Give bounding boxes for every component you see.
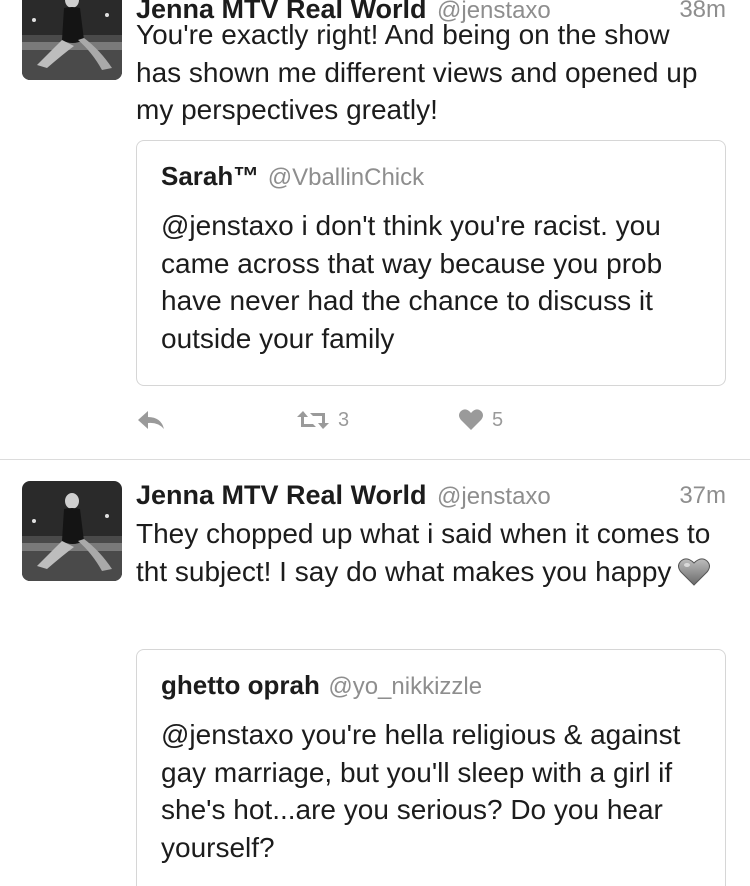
quoted-tweet[interactable]: Sarah™ @VballinChick @jenstaxo i don't t… (136, 140, 726, 386)
timestamp[interactable]: 37m (679, 482, 726, 510)
retweet-button[interactable]: 3 (296, 408, 349, 432)
quoted-tweet-text: @jenstaxo you're hella religious & again… (161, 719, 681, 863)
avatar[interactable] (22, 481, 122, 581)
quoted-tweet-header: Sarah™ @VballinChick (161, 161, 424, 192)
quoted-author-handle: @VballinChick (267, 164, 425, 191)
author-name[interactable]: Jenna MTV Real World (136, 480, 427, 510)
reply-icon (138, 411, 164, 429)
retweet-count: 3 (338, 408, 350, 431)
avatar[interactable] (22, 0, 122, 80)
tweet-text: You're exactly right! And being on the s… (136, 19, 698, 125)
tweet-card[interactable]: Jenna MTV Real World @jenstaxo 38m You'r… (0, 0, 750, 459)
quoted-tweet-header: ghetto oprah @yo_nikkizzle (161, 670, 482, 701)
quoted-tweet[interactable]: ghetto oprah @yo_nikkizzle @jenstaxo you… (136, 649, 726, 886)
tweet-card[interactable]: Jenna MTV Real World @jenstaxo 37m They … (0, 460, 750, 886)
quoted-tweet-text: @jenstaxo i don't think you're racist. y… (161, 210, 663, 354)
tweet-header: Jenna MTV Real World @jenstaxo 37m (136, 480, 726, 520)
tweet-feed: Jenna MTV Real World @jenstaxo 38m You'r… (0, 0, 750, 886)
tweet-text: They chopped up what i said when it come… (136, 515, 720, 590)
grey-heart-emoji (678, 557, 711, 586)
tweet-text-body: They chopped up what i said when it come… (136, 518, 711, 587)
heart-icon (459, 409, 483, 430)
retweet-icon (297, 411, 329, 429)
quoted-author-name: Sarah™ (161, 161, 260, 191)
quoted-author-handle: @yo_nikkizzle (328, 673, 483, 700)
like-count: 5 (492, 408, 504, 431)
reply-button[interactable] (136, 408, 166, 432)
quoted-author-name: ghetto oprah (161, 670, 320, 700)
tweet-actions: 3 5 (136, 408, 556, 442)
like-button[interactable]: 5 (458, 408, 503, 432)
author-handle[interactable]: @jenstaxo (437, 483, 551, 510)
